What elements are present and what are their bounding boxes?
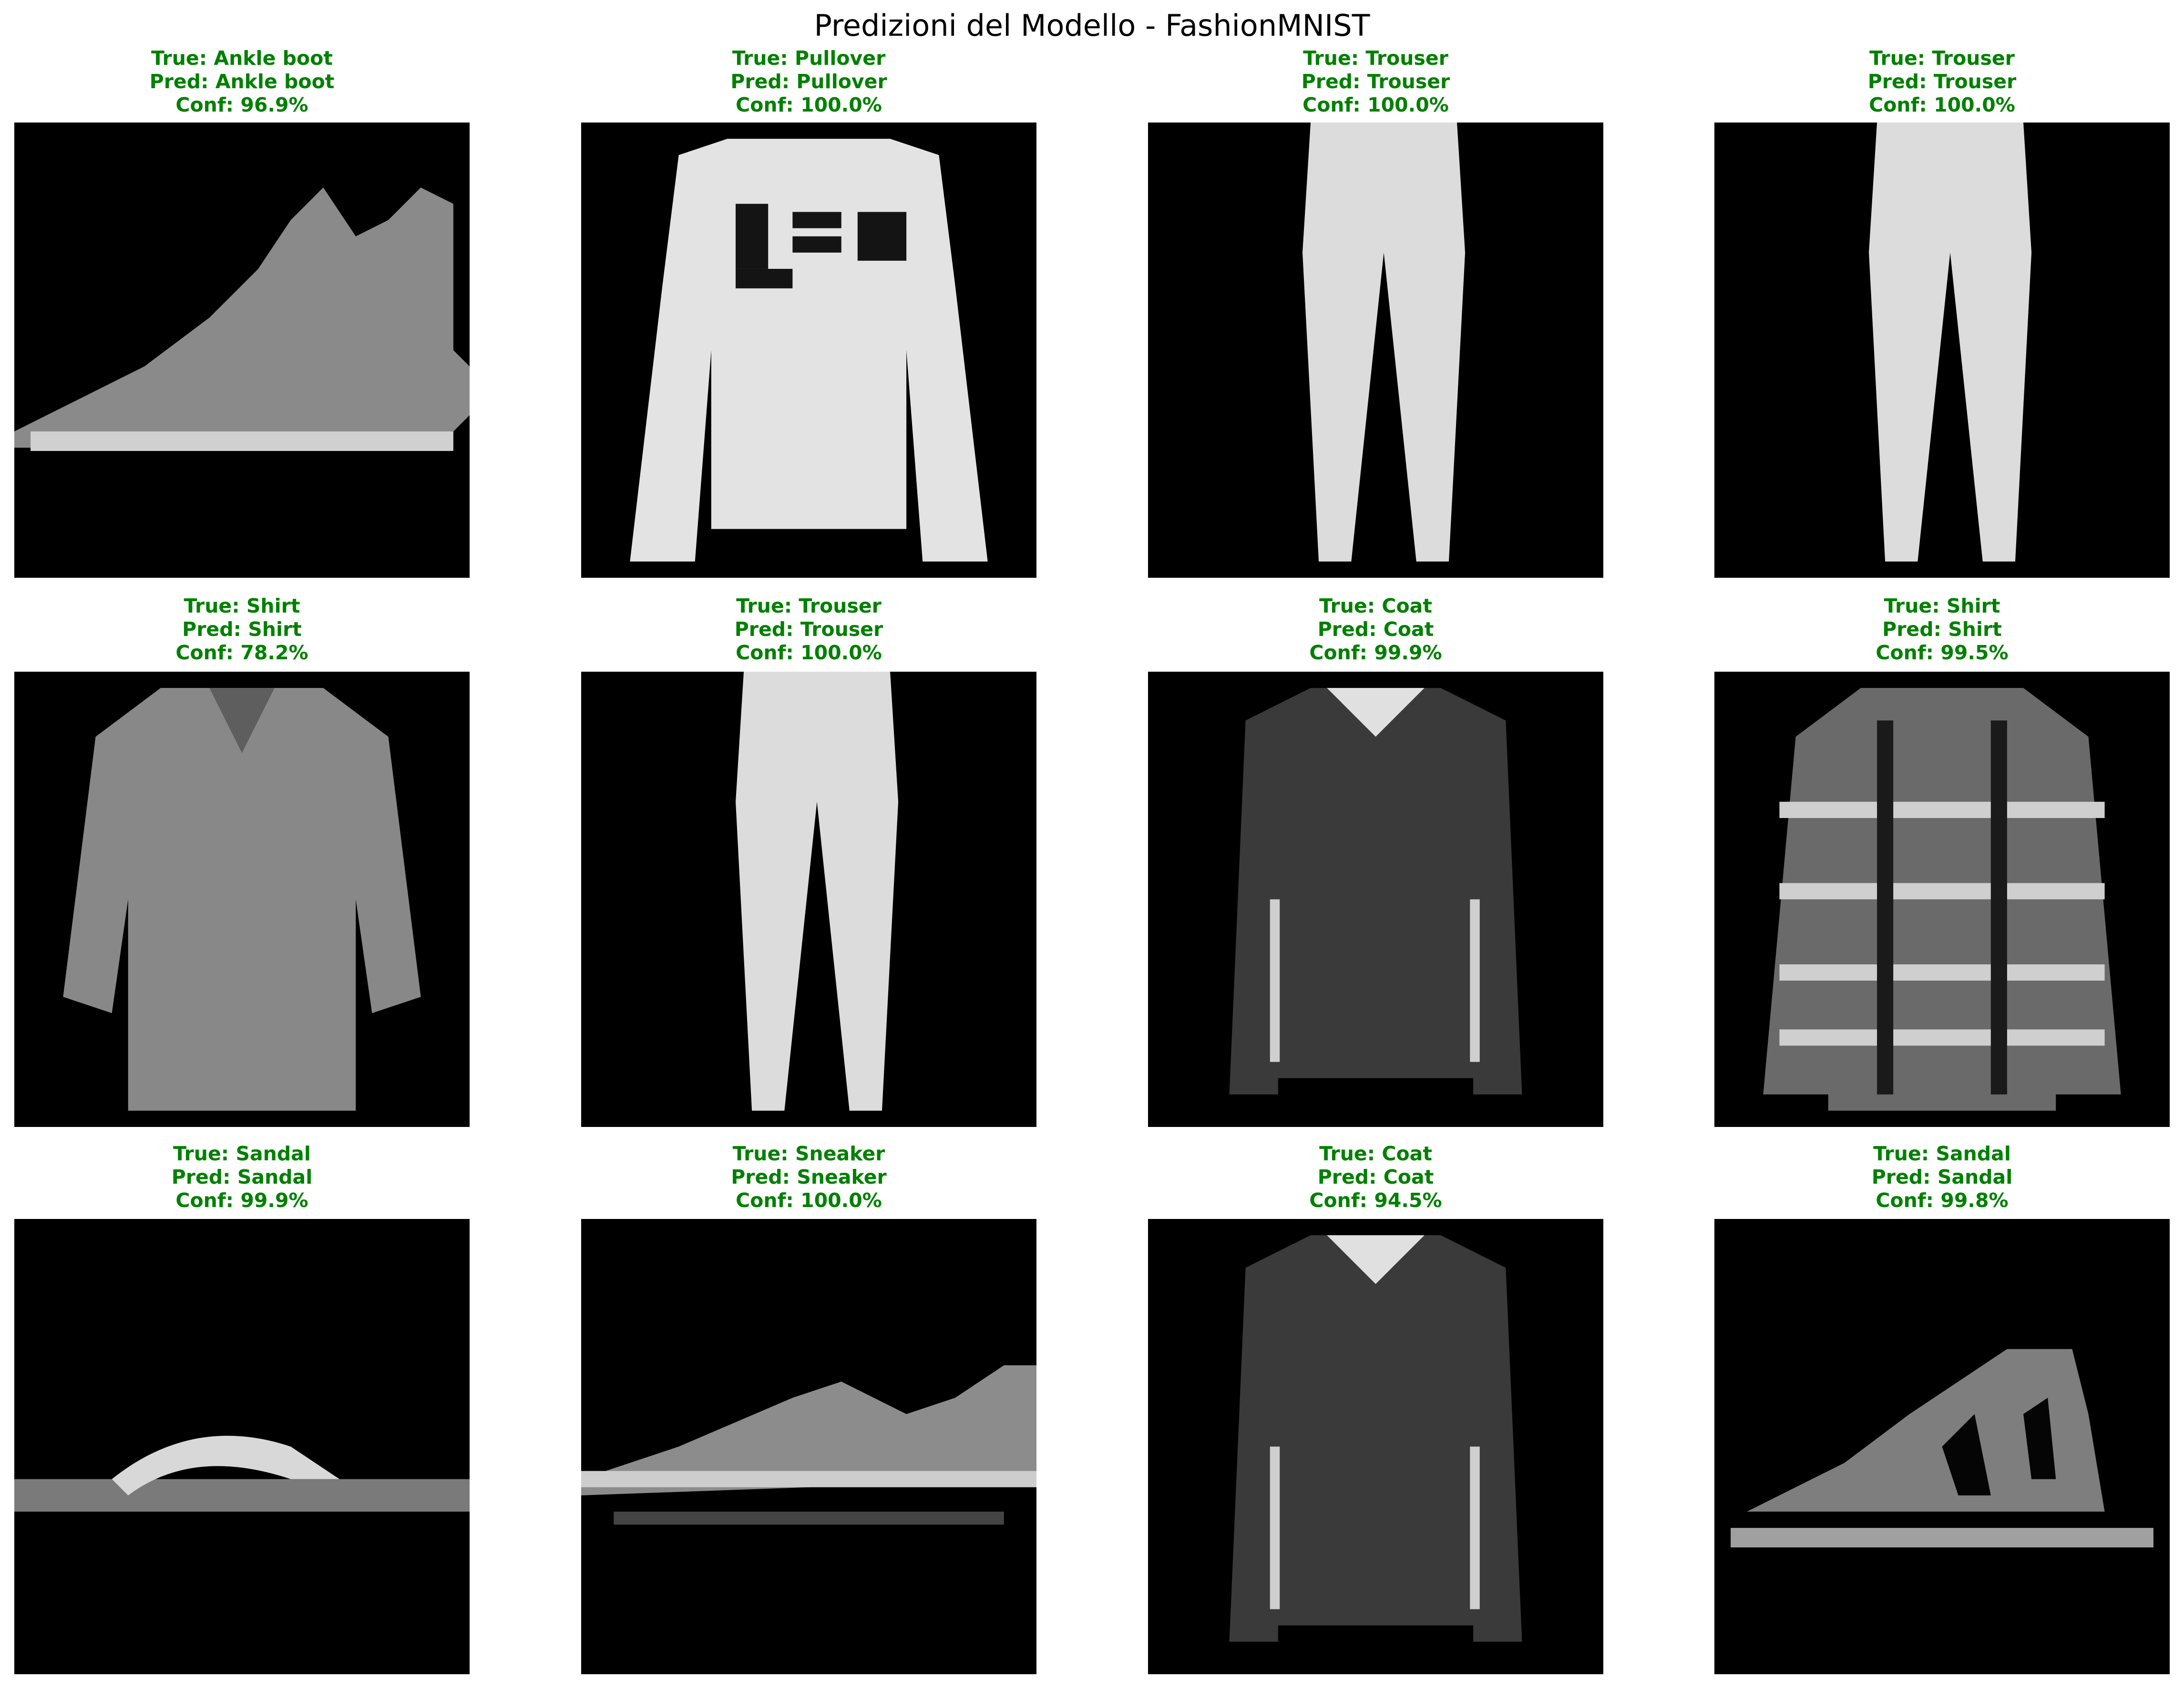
true-label: True: Pullover	[732, 47, 886, 70]
sandal-strappy-image	[1714, 1219, 2170, 1674]
true-label: True: Trouser	[736, 594, 882, 617]
pred-label: Pred: Sandal	[171, 1166, 313, 1188]
confidence-label: Conf: 99.9%	[175, 1189, 308, 1212]
true-label: True: Sandal	[1873, 1142, 2011, 1165]
confidence-label: Conf: 100.0%	[736, 641, 882, 664]
prediction-caption: True: Coat Pred: Coat Conf: 94.5%	[1148, 1142, 1603, 1212]
pred-label: Pred: Trouser	[1301, 70, 1450, 93]
coat-image	[1148, 1219, 1603, 1674]
pred-label: Pred: Pullover	[730, 70, 887, 93]
sample-image	[14, 1219, 470, 1674]
true-label: True: Shirt	[184, 594, 300, 617]
prediction-panel: True: Shirt Pred: Shirt Conf: 78.2%	[14, 594, 470, 1127]
sample-image	[14, 672, 470, 1127]
confidence-label: Conf: 100.0%	[1869, 93, 2015, 116]
confidence-label: Conf: 100.0%	[1302, 93, 1449, 116]
pred-label: Pred: Trouser	[1867, 70, 2017, 93]
confidence-label: Conf: 78.2%	[175, 641, 308, 664]
pred-label: Pred: Coat	[1317, 618, 1434, 641]
confidence-label: Conf: 96.9%	[175, 93, 308, 116]
prediction-panel: True: Trouser Pred: Trouser Conf: 100.0%	[1148, 47, 1603, 578]
prediction-caption: True: Sneaker Pred: Sneaker Conf: 100.0%	[581, 1142, 1036, 1212]
confidence-label: Conf: 99.9%	[1309, 641, 1442, 664]
prediction-panel: True: Trouser Pred: Trouser Conf: 100.0%	[581, 594, 1036, 1127]
sample-image	[1148, 672, 1603, 1127]
prediction-panel: True: Coat Pred: Coat Conf: 99.9%	[1148, 594, 1603, 1127]
trouser-image	[1148, 123, 1603, 578]
prediction-panel: True: Trouser Pred: Trouser Conf: 100.0%	[1714, 47, 2170, 578]
true-label: True: Trouser	[1303, 47, 1448, 70]
pred-label: Pred: Shirt	[182, 618, 302, 641]
true-label: True: Shirt	[1884, 594, 2000, 617]
prediction-caption: True: Coat Pred: Coat Conf: 99.9%	[1148, 594, 1603, 665]
prediction-panel: True: Sandal Pred: Sandal Conf: 99.8%	[1714, 1142, 2170, 1674]
pred-label: Pred: Sandal	[1871, 1166, 2013, 1188]
sample-image	[1714, 672, 2170, 1127]
confidence-label: Conf: 100.0%	[736, 1189, 882, 1212]
ankle-boot-image	[14, 123, 470, 578]
sample-image	[1148, 1219, 1603, 1674]
confidence-label: Conf: 99.5%	[1876, 641, 2009, 664]
prediction-caption: True: Trouser Pred: Trouser Conf: 100.0%	[1148, 47, 1603, 117]
sandal-image	[14, 1219, 470, 1674]
shirt-image	[14, 672, 470, 1127]
prediction-caption: True: Sandal Pred: Sandal Conf: 99.9%	[14, 1142, 470, 1212]
true-label: True: Sneaker	[732, 1142, 885, 1165]
trouser-image	[581, 672, 1036, 1127]
prediction-panel: True: Sandal Pred: Sandal Conf: 99.9%	[14, 1142, 470, 1674]
prediction-caption: True: Trouser Pred: Trouser Conf: 100.0%	[1714, 47, 2170, 117]
sample-image	[1714, 123, 2170, 578]
prediction-caption: True: Shirt Pred: Shirt Conf: 78.2%	[14, 594, 470, 665]
prediction-caption: True: Shirt Pred: Shirt Conf: 99.5%	[1714, 594, 2170, 665]
pred-label: Pred: Ankle boot	[149, 70, 335, 93]
pred-label: Pred: Coat	[1317, 1166, 1434, 1188]
sample-image	[581, 672, 1036, 1127]
sample-image	[1148, 123, 1603, 578]
plaid-shirt-image	[1714, 672, 2170, 1127]
pred-label: Pred: Trouser	[734, 618, 883, 641]
prediction-caption: True: Sandal Pred: Sandal Conf: 99.8%	[1714, 1142, 2170, 1212]
confidence-label: Conf: 99.8%	[1876, 1189, 2009, 1212]
sample-image	[1714, 1219, 2170, 1674]
sneaker-image	[581, 1219, 1036, 1674]
sample-image	[14, 123, 470, 578]
figure-title: Predizioni del Modello - FashionMNIST	[814, 8, 1370, 43]
confidence-label: Conf: 100.0%	[736, 93, 882, 116]
sample-image	[581, 1219, 1036, 1674]
prediction-caption: True: Trouser Pred: Trouser Conf: 100.0%	[581, 594, 1036, 665]
true-label: True: Sandal	[173, 1142, 311, 1165]
true-label: True: Ankle boot	[151, 47, 333, 70]
prediction-panel: True: Sneaker Pred: Sneaker Conf: 100.0%	[581, 1142, 1036, 1674]
prediction-panel: True: Pullover Pred: Pullover Conf: 100.…	[581, 47, 1036, 578]
prediction-panel: True: Coat Pred: Coat Conf: 94.5%	[1148, 1142, 1603, 1674]
prediction-panel: True: Shirt Pred: Shirt Conf: 99.5%	[1714, 594, 2170, 1127]
sample-image	[581, 123, 1036, 578]
true-label: True: Trouser	[1869, 47, 2015, 70]
pred-label: Pred: Sneaker	[731, 1166, 887, 1188]
prediction-caption: True: Ankle boot Pred: Ankle boot Conf: …	[14, 47, 470, 117]
prediction-panel: True: Ankle boot Pred: Ankle boot Conf: …	[14, 47, 470, 578]
prediction-caption: True: Pullover Pred: Pullover Conf: 100.…	[581, 47, 1036, 117]
coat-image	[1148, 672, 1603, 1127]
confidence-label: Conf: 94.5%	[1309, 1189, 1442, 1212]
trouser-image	[1714, 123, 2170, 578]
pullover-image	[581, 123, 1036, 578]
true-label: True: Coat	[1319, 1142, 1432, 1165]
pred-label: Pred: Shirt	[1882, 618, 2002, 641]
true-label: True: Coat	[1319, 594, 1432, 617]
